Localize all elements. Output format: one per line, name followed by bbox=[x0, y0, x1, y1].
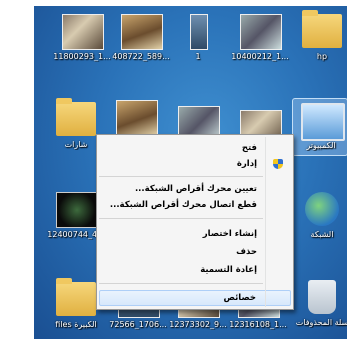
uac-shield-icon bbox=[273, 159, 283, 169]
network-globe-icon bbox=[305, 192, 339, 226]
desktop-icon-label: hp bbox=[316, 52, 328, 61]
menu-item-delete[interactable]: حذف bbox=[99, 245, 291, 259]
desktop-icon-label: سلة المحذوفات bbox=[295, 318, 347, 327]
desktop-icon-label: الشبكة bbox=[310, 230, 334, 239]
menu-item-rename[interactable]: إعادة التسمية bbox=[99, 263, 291, 277]
menu-item-manage[interactable]: إدارة bbox=[99, 157, 291, 171]
desktop-icon-computer[interactable]: الكمبيوتر bbox=[292, 98, 347, 156]
desktop-icon-photo-3[interactable]: 1 bbox=[170, 10, 226, 66]
desktop-icon-hp-folder[interactable]: hp bbox=[294, 10, 347, 66]
desktop-icon-label: 10400212_1... bbox=[231, 52, 289, 61]
menu-separator bbox=[99, 283, 263, 284]
desktop-icon-photo-1[interactable]: 11800293_1... bbox=[53, 10, 111, 66]
image-thumbnail-icon bbox=[190, 14, 208, 50]
desktop-icon-label: 72566_1706... bbox=[109, 320, 167, 329]
folder-icon bbox=[56, 278, 96, 316]
image-thumbnail-icon bbox=[62, 14, 104, 50]
desktop-icon-label: files الكبيرة bbox=[55, 320, 97, 329]
desktop-icon-label: 11800293_1... bbox=[53, 52, 111, 61]
menu-item-create-shortcut[interactable]: إنشاء اختصار bbox=[99, 227, 291, 241]
menu-item-disconnect-network-drive[interactable]: قطع اتصال محرك أقراص الشبكة... bbox=[99, 198, 291, 212]
image-thumbnail-icon bbox=[240, 14, 282, 50]
menu-item-label: إدارة bbox=[236, 159, 257, 169]
image-thumbnail-icon bbox=[121, 14, 163, 50]
desktop-icon-label: الكمبيوتر bbox=[306, 141, 336, 150]
menu-item-open[interactable]: فتح bbox=[99, 141, 291, 155]
menu-item-map-network-drive[interactable]: تعيين محرك أقراص الشبكة... bbox=[99, 182, 291, 196]
menu-item-properties[interactable]: خصائص bbox=[99, 290, 291, 306]
desktop-icon-label: 12373302_9... bbox=[169, 320, 227, 329]
menu-separator bbox=[99, 218, 263, 219]
folder-icon bbox=[302, 10, 342, 48]
image-thumbnail-icon bbox=[116, 100, 158, 136]
screenshot: 11800293_1... 408722_589... 1 10400212_1… bbox=[0, 0, 347, 345]
desktop-icon-photo-2[interactable]: 408722_589... bbox=[112, 10, 170, 66]
context-menu: فتح إدارة تعيين محرك أقراص الشبكة... قطع… bbox=[96, 134, 294, 310]
folder-icon bbox=[56, 98, 96, 136]
computer-icon bbox=[301, 103, 345, 141]
desktop-icon-label: 1 bbox=[195, 52, 201, 61]
image-thumbnail-icon bbox=[56, 192, 98, 228]
desktop-icon-photo-4[interactable]: 10400212_1... bbox=[231, 10, 289, 66]
desktop-icon-recycle-bin[interactable]: سلة المحذوفات bbox=[294, 276, 347, 332]
recycle-bin-icon bbox=[308, 280, 336, 314]
desktop-icon-label: 12316108_1... bbox=[229, 320, 287, 329]
menu-separator bbox=[99, 176, 263, 177]
desktop-icon-network[interactable]: الشبكة bbox=[294, 188, 347, 244]
